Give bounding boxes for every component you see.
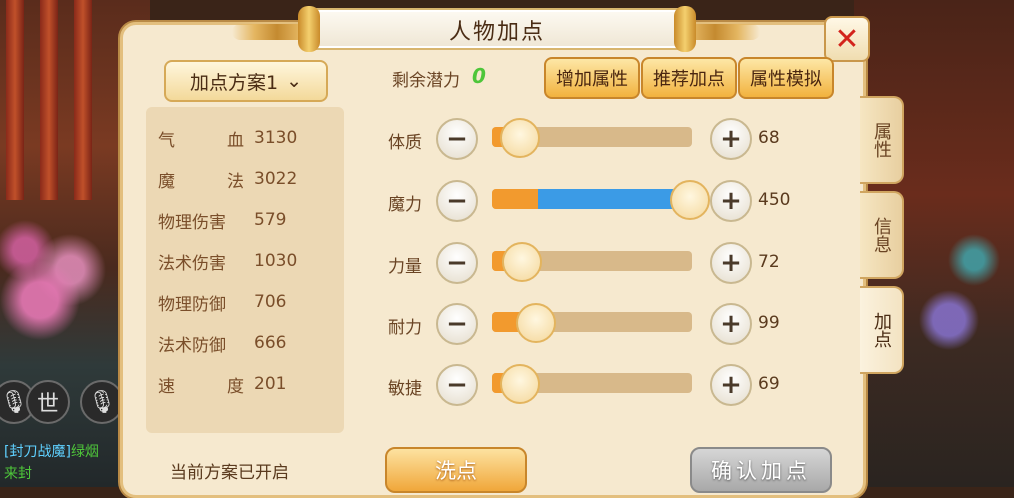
plus-icon: + xyxy=(720,248,742,278)
minus-icon: − xyxy=(446,124,468,154)
increase-button[interactable]: + xyxy=(710,303,752,345)
plan-status: 当前方案已开启 xyxy=(170,463,289,483)
plan-dropdown-label: 加点方案1 xyxy=(189,71,279,94)
voice-channel-button[interactable]: 世 xyxy=(26,380,70,424)
slider-knob[interactable] xyxy=(670,180,710,220)
decrease-button[interactable]: − xyxy=(436,364,478,406)
attribute-row: 魔力 − + 450 xyxy=(388,180,808,224)
slider-knob[interactable] xyxy=(516,303,556,343)
chevron-down-icon: ⌄ xyxy=(286,70,302,92)
attribute-label: 耐力 xyxy=(388,318,422,338)
chat-line: 来封 xyxy=(4,463,32,483)
add-attribute-button[interactable]: 增加属性 xyxy=(544,57,640,99)
decrease-button[interactable]: − xyxy=(436,303,478,345)
attribute-slider[interactable] xyxy=(492,180,710,220)
tab-info[interactable]: 信息 xyxy=(860,191,904,279)
plus-icon: + xyxy=(720,186,742,216)
increase-button[interactable]: + xyxy=(710,242,752,284)
slider-base-fill xyxy=(492,189,538,209)
wash-points-button[interactable]: 洗点 xyxy=(385,447,527,493)
stat-row-phys-dmg: 物理伤害 579 xyxy=(158,205,286,235)
stat-label: 物理伤害 xyxy=(158,212,226,233)
stat-row-speed: 速度 201 xyxy=(158,369,286,399)
title-banner: 人物加点 xyxy=(298,6,696,52)
plus-icon: + xyxy=(720,370,742,400)
close-icon: ✕ xyxy=(834,21,860,57)
stat-value: 3022 xyxy=(254,169,298,189)
stat-row-phys-def: 物理防御 706 xyxy=(158,287,286,317)
attribute-row: 耐力 − + 99 xyxy=(388,303,808,347)
attribute-slider[interactable] xyxy=(492,118,692,158)
chat-text: 绿烟 xyxy=(70,444,99,460)
potential-value: 0 xyxy=(472,64,486,88)
stat-value: 201 xyxy=(254,374,287,394)
voice-channel-label: 世 xyxy=(36,392,59,417)
tab-add-points[interactable]: 加点 xyxy=(860,286,904,374)
attribute-slider[interactable] xyxy=(492,242,692,282)
slider-added-fill xyxy=(538,189,688,209)
attribute-row: 体质 − + 68 xyxy=(388,118,808,162)
stat-row-mp: 魔法 3022 xyxy=(158,164,297,194)
stat-row-magic-def: 法术防御 666 xyxy=(158,328,286,358)
attribute-row: 力量 − + 72 xyxy=(388,242,808,286)
attribute-label: 魔力 xyxy=(388,195,422,215)
increase-button[interactable]: + xyxy=(710,118,752,160)
decrease-button[interactable]: − xyxy=(436,242,478,284)
stat-value: 1030 xyxy=(254,251,298,271)
stat-label: 物理防御 xyxy=(158,294,226,315)
stat-value: 579 xyxy=(254,210,287,230)
decrease-button[interactable]: − xyxy=(436,118,478,160)
plus-icon: + xyxy=(720,309,742,339)
attribute-label: 体质 xyxy=(388,133,422,153)
attribute-value: 450 xyxy=(758,190,791,210)
stat-label: 气血 xyxy=(158,130,244,151)
potential-label: 剩余潜力 xyxy=(392,71,460,91)
stat-label: 速度 xyxy=(158,376,244,397)
stat-row-hp: 气血 3130 xyxy=(158,123,297,153)
attribute-label: 敏捷 xyxy=(388,379,422,399)
window-title: 人物加点 xyxy=(448,20,545,45)
stats-panel: 气血 3130 魔法 3022 物理伤害 579 法术伤害 1030 物理防御 … xyxy=(146,107,344,433)
recommend-points-button[interactable]: 推荐加点 xyxy=(641,57,737,99)
attribute-value: 99 xyxy=(758,313,780,333)
attribute-value: 69 xyxy=(758,374,780,394)
attribute-label: 力量 xyxy=(388,257,422,277)
attribute-value: 72 xyxy=(758,252,780,272)
voice-icon[interactable]: 🎙 xyxy=(80,380,124,424)
stat-value: 3130 xyxy=(254,128,298,148)
minus-icon: − xyxy=(446,370,468,400)
tab-attributes[interactable]: 属性 xyxy=(860,96,904,184)
slider-knob[interactable] xyxy=(500,364,540,404)
plus-icon: + xyxy=(720,124,742,154)
stat-value: 706 xyxy=(254,292,287,312)
slider-knob[interactable] xyxy=(502,242,542,282)
stat-label: 法术防御 xyxy=(158,335,226,356)
stat-row-magic-dmg: 法术伤害 1030 xyxy=(158,246,297,276)
close-button[interactable]: ✕ xyxy=(824,16,870,62)
minus-icon: − xyxy=(446,248,468,278)
stat-label: 法术伤害 xyxy=(158,253,226,274)
minus-icon: − xyxy=(446,186,468,216)
chat-tag: [封刀战魔] xyxy=(4,444,71,460)
attribute-slider[interactable] xyxy=(492,364,692,404)
attribute-row: 敏捷 − + 69 xyxy=(388,364,808,408)
stat-label: 魔法 xyxy=(158,171,244,192)
chat-line: [封刀战魔]绿烟 xyxy=(4,441,99,461)
attribute-value: 68 xyxy=(758,128,780,148)
minus-icon: − xyxy=(446,309,468,339)
increase-button[interactable]: + xyxy=(710,364,752,406)
increase-button[interactable]: + xyxy=(710,180,752,222)
slider-knob[interactable] xyxy=(500,118,540,158)
stat-value: 666 xyxy=(254,333,287,353)
attribute-slider[interactable] xyxy=(492,303,692,343)
chat-text: 来封 xyxy=(4,466,32,482)
confirm-points-button[interactable]: 确认加点 xyxy=(690,447,832,493)
attribute-simulate-button[interactable]: 属性模拟 xyxy=(738,57,834,99)
plan-dropdown[interactable]: 加点方案1 ⌄ xyxy=(164,60,328,102)
decrease-button[interactable]: − xyxy=(436,180,478,222)
